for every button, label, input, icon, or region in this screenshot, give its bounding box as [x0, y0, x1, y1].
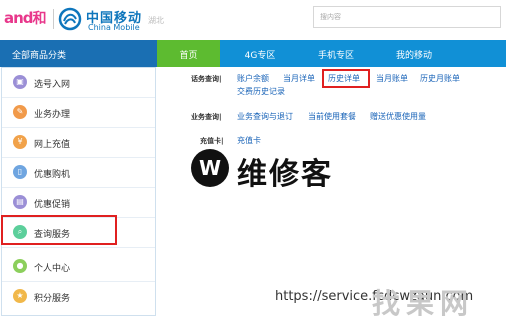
call-query-label: 话务查询|: [191, 75, 222, 83]
sidebar-item-business[interactable]: ✎ 业务办理: [2, 98, 155, 128]
top-header: and和 中国移动 China Mobile 湖北 搜内容: [0, 0, 506, 38]
link-current-month-details[interactable]: 当月详单: [283, 73, 315, 84]
link-recharge-card[interactable]: 充值卡: [237, 135, 261, 146]
sidebar-item-recharge[interactable]: ¥ 网上充值: [2, 128, 155, 158]
main-nav: 全部商品分类 首页 4G专区 手机专区 我的移动: [0, 40, 506, 67]
tab-home[interactable]: 首页: [157, 40, 220, 67]
logo-divider: [53, 9, 54, 29]
link-history-monthly-bill[interactable]: 历史月账单: [420, 73, 460, 84]
and-logo[interactable]: and和: [4, 8, 47, 28]
sidebar-item-label: 优惠促销: [34, 200, 71, 210]
tab-my-mobile[interactable]: 我的移动: [384, 40, 444, 67]
watermark-text: 维修客: [237, 157, 333, 192]
link-account-balance[interactable]: 账户余额: [237, 73, 269, 84]
sidebar-item-promotions[interactable]: ▤ 优惠促销: [2, 188, 155, 218]
history-details-highlight-box: [322, 69, 370, 88]
query-service-highlight-box: [1, 215, 117, 245]
search-input[interactable]: 搜内容: [313, 6, 501, 28]
sidebar-item-label: 业务办理: [34, 110, 71, 120]
link-current-month-bill[interactable]: 当月账单: [376, 73, 408, 84]
yen-icon: ¥: [13, 135, 27, 149]
person-icon: ●: [13, 259, 27, 273]
sidebar-item-points[interactable]: ★ 积分服务: [2, 282, 155, 312]
tab-phones[interactable]: 手机专区: [305, 40, 367, 67]
tab-4g[interactable]: 4G专区: [230, 40, 290, 67]
link-business-query-unsubscribe[interactable]: 业务查询与退订: [237, 111, 293, 122]
sidebar-item-number-selection[interactable]: ▣ 选号入网: [2, 68, 155, 98]
sim-card-icon: ▣: [13, 75, 27, 89]
sidebar-item-label: 优惠购机: [34, 170, 71, 180]
watermark-logo-icon: W: [191, 149, 229, 187]
gift-icon: ▤: [13, 195, 27, 209]
business-query-label: 业务查询|: [191, 113, 222, 121]
search-placeholder: 搜内容: [320, 13, 341, 21]
sidebar-item-label: 积分服务: [34, 294, 71, 304]
link-current-package[interactable]: 当前使用套餐: [308, 111, 356, 122]
phone-icon: ▯: [13, 165, 27, 179]
link-payment-history[interactable]: 交费历史记录: [237, 86, 285, 97]
recharge-card-label: 充值卡|: [200, 137, 224, 145]
category-sidebar: ▣ 选号入网 ✎ 业务办理 ¥ 网上充值 ▯ 优惠购机 ▤ 优惠促销 ⌕ 查询服…: [1, 67, 156, 316]
sidebar-item-personal-center[interactable]: ● 个人中心: [2, 252, 155, 282]
sidebar-item-label: 网上充值: [34, 140, 71, 150]
china-mobile-logo-icon[interactable]: [58, 7, 82, 31]
sidebar-item-label: 选号入网: [34, 80, 71, 90]
link-bonus-usage[interactable]: 赠送优惠使用量: [370, 111, 426, 122]
sidebar-item-label: 个人中心: [34, 264, 71, 274]
points-icon: ★: [13, 289, 27, 303]
all-categories-button[interactable]: 全部商品分类: [0, 40, 157, 67]
corner-watermark: 找果网: [372, 287, 475, 316]
pencil-icon: ✎: [13, 105, 27, 119]
city-selector[interactable]: 湖北: [148, 15, 164, 26]
sidebar-item-phone-deals[interactable]: ▯ 优惠购机: [2, 158, 155, 188]
brand-name-en: China Mobile: [88, 23, 140, 32]
